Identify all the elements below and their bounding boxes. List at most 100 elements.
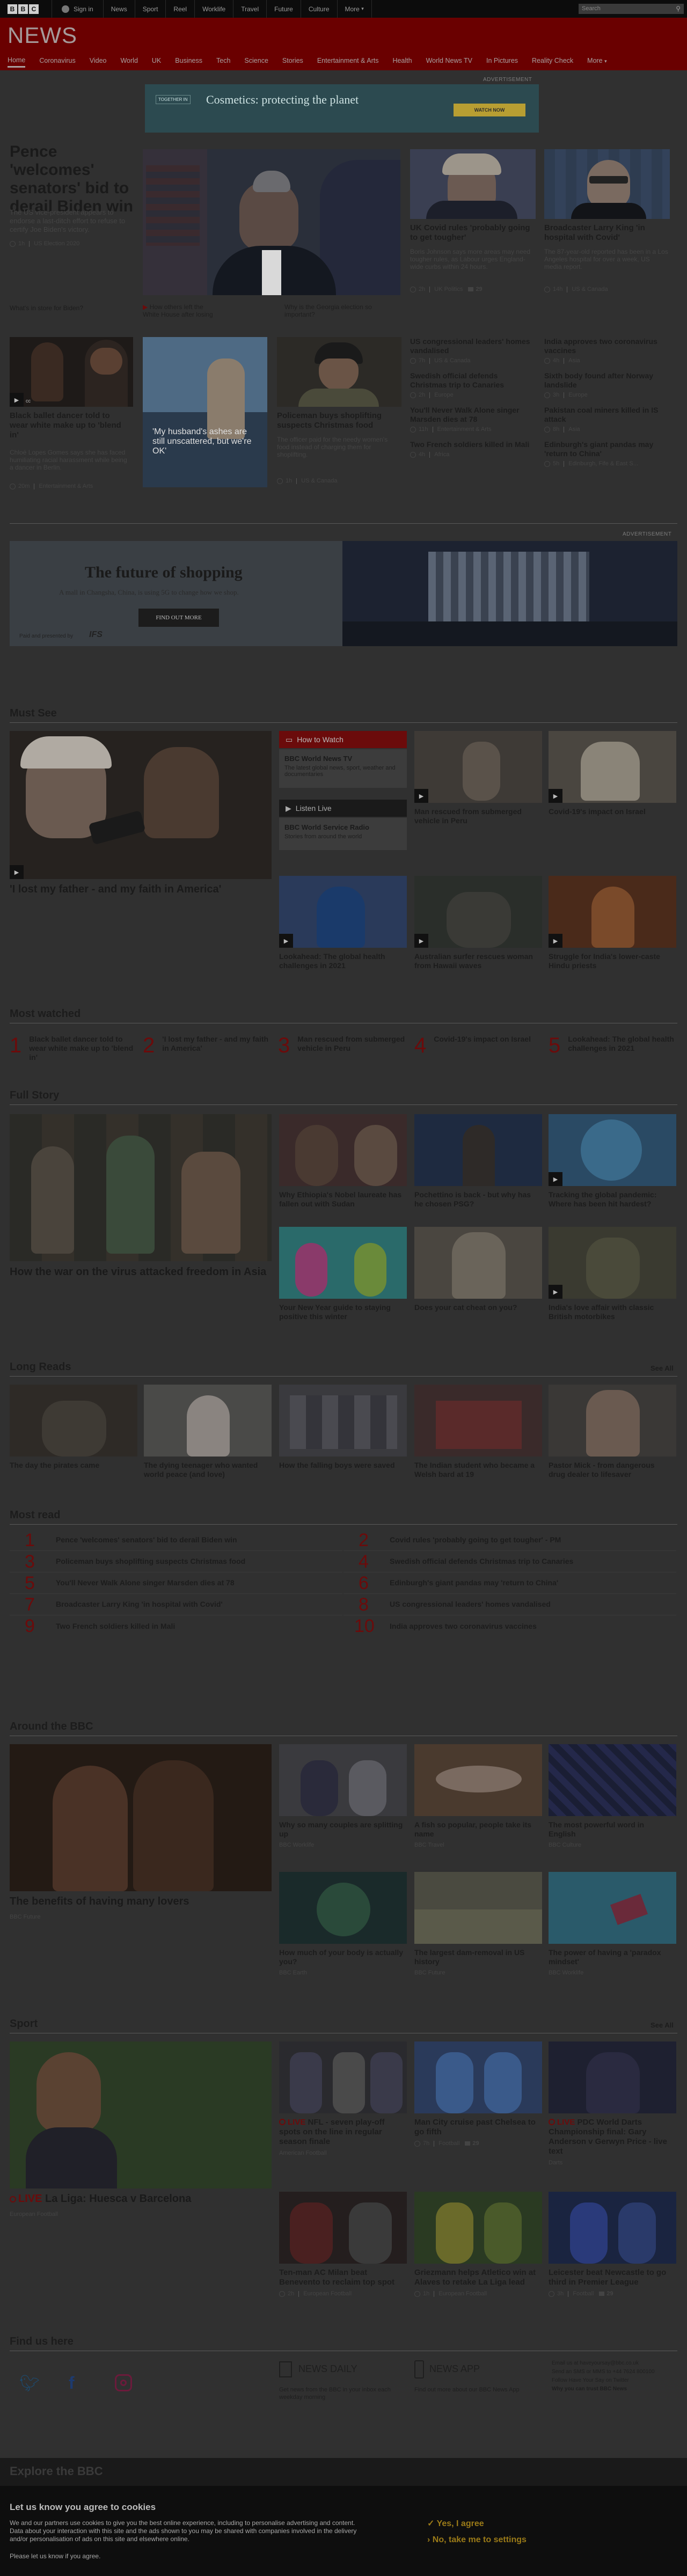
sport-lead-title[interactable]: LIVE La Liga: Huesca v Barcelona	[10, 2193, 272, 2205]
larry-king-title[interactable]: Broadcaster Larry King 'in hospital with…	[544, 223, 668, 243]
dancer-tag[interactable]: Entertainment & Arts	[39, 483, 93, 489]
section-nav-science[interactable]: Science	[244, 57, 268, 67]
around-image[interactable]	[279, 1872, 407, 1944]
policeman-image[interactable]	[277, 337, 401, 407]
full-story-item-title[interactable]: India's love affair with classic British…	[549, 1303, 673, 1321]
long-read-image[interactable]	[10, 1385, 137, 1457]
sport-item[interactable]: Leicester beat Newcastle to go third in …	[549, 2268, 673, 2297]
around-lead-image[interactable]	[10, 1744, 272, 1891]
section-nav-health[interactable]: Health	[392, 57, 412, 67]
most-read-item[interactable]: 8 US congressional leaders' homes vandali…	[344, 1594, 676, 1615]
section-nav-tech[interactable]: Tech	[216, 57, 230, 67]
video-play-icon[interactable]: ▶	[549, 789, 562, 803]
section-nav-business[interactable]: Business	[175, 57, 202, 67]
sport-image[interactable]	[414, 2041, 542, 2113]
most-watched-item[interactable]: 4 Covid-19's impact on Israel	[414, 1035, 543, 1056]
section-nav-video[interactable]: Video	[90, 57, 107, 67]
dancer-image[interactable]: ▶ cc	[10, 337, 133, 407]
global-nav-reel[interactable]: Reel	[166, 0, 195, 18]
must-see-image[interactable]: ▶	[549, 876, 676, 948]
global-nav-news[interactable]: News	[104, 0, 135, 18]
contact-email[interactable]: Email us at haveyoursay@bbc.co.uk	[552, 2359, 670, 2368]
around-item[interactable]: The power of having a 'paradox mindset' B…	[549, 1948, 673, 1976]
full-story-item-title[interactable]: Does your cat cheat on you?	[414, 1303, 539, 1312]
headline-item[interactable]: Two French soldiers killed in Mali 4h Afri…	[410, 440, 536, 474]
global-nav-culture[interactable]: Culture	[301, 0, 338, 18]
most-watched-item[interactable]: 2 'I lost my father - and my faith in Ame…	[143, 1035, 272, 1056]
headline-item[interactable]: Swedish official defends Christmas trip …	[410, 371, 536, 406]
sport-image[interactable]	[414, 2192, 542, 2264]
sport-item[interactable]: Griezmann helps Atletico win at Alaves t…	[414, 2268, 539, 2297]
video-play-icon[interactable]: ▶	[549, 1172, 562, 1186]
section-nav-stories[interactable]: Stories	[282, 57, 303, 67]
full-story-image[interactable]	[279, 1114, 407, 1186]
facebook-icon[interactable]: f	[69, 2373, 75, 2393]
sport-image[interactable]	[279, 2041, 407, 2113]
video-play-icon[interactable]: ▶	[10, 865, 24, 879]
global-nav-worklife[interactable]: Worklife	[195, 0, 234, 18]
must-see-image[interactable]: ▶	[414, 731, 542, 803]
lead-story-tag[interactable]: US Election 2020	[34, 240, 79, 247]
must-see-item-title[interactable]: Australian surfer rescues woman from Haw…	[414, 952, 539, 970]
most-read-item[interactable]: 4 Swedish official defends Christmas trip…	[344, 1551, 676, 1572]
video-play-icon[interactable]: ▶	[414, 934, 428, 948]
signin-link[interactable]: Sign in	[52, 0, 104, 18]
cookie-agree-button[interactable]: ✓ Yes, I agree	[427, 2518, 484, 2529]
around-item[interactable]: How much of your body is actually you? BB…	[279, 1948, 404, 1976]
around-lead-title[interactable]: The benefits of having many lovers	[10, 1896, 272, 1908]
full-story-lead-image[interactable]	[10, 1114, 272, 1261]
most-read-item[interactable]: 1 Pence 'welcomes' senators' bid to derai…	[10, 1529, 342, 1551]
section-nav-in-pictures[interactable]: In Pictures	[486, 57, 518, 67]
around-item[interactable]: The most powerful word in English BBC Cul…	[549, 1820, 673, 1848]
long-read-title[interactable]: Pastor Mick - from dangerous drug dealer…	[549, 1461, 673, 1479]
most-read-item[interactable]: 2 Covid rules 'probably going to get toug…	[344, 1529, 676, 1551]
must-see-lead-image[interactable]: ▶	[10, 731, 272, 879]
shopping-ad-cta-button[interactable]: FIND OUT MORE	[138, 609, 219, 627]
section-nav-uk[interactable]: UK	[152, 57, 161, 67]
world-news-tv-card[interactable]: BBC World News TV The latest global news…	[279, 749, 407, 788]
long-read-image[interactable]	[549, 1385, 676, 1457]
must-see-item-title[interactable]: Man rescued from submerged vehicle in Pe…	[414, 807, 538, 825]
section-nav-coronavirus[interactable]: Coronavirus	[39, 57, 75, 67]
policeman-title[interactable]: Policeman buys shoplifting suspects Chri…	[277, 411, 398, 430]
cookie-settings-button[interactable]: › No, take me to settings	[427, 2535, 527, 2545]
must-see-item-title[interactable]: Lookahead: The global health challenges …	[279, 952, 404, 970]
long-read-title[interactable]: The dying teenager who wanted world peac…	[144, 1461, 268, 1479]
most-read-item[interactable]: 3 Policeman buys shoplifting suspects Chr…	[10, 1551, 342, 1572]
long-read-image[interactable]	[414, 1385, 542, 1457]
uk-covid-title[interactable]: UK Covid rules 'probably going to get to…	[410, 223, 533, 243]
video-play-icon[interactable]: ▶	[414, 789, 428, 803]
how-to-watch-header[interactable]: ▭ How to Watch	[279, 731, 407, 748]
full-story-image[interactable]: ▶	[549, 1114, 676, 1186]
headline-item[interactable]: Sixth body found after Norway landslide 3…	[544, 371, 673, 406]
full-story-item-title[interactable]: Tracking the global pandemic: Where has …	[549, 1190, 673, 1209]
long-read-title[interactable]: How the falling boys were saved	[279, 1461, 404, 1470]
search-input[interactable]: Search ⚲	[579, 4, 684, 14]
news-app-link[interactable]: NEWS APP	[429, 2363, 480, 2375]
most-read-item[interactable]: 5 You'll Never Walk Alone singer Marsden …	[10, 1572, 342, 1594]
video-play-icon[interactable]: ▶	[549, 934, 562, 948]
sport-image[interactable]	[549, 2041, 676, 2113]
around-item[interactable]: The largest dam-removal in US history BBC…	[414, 1948, 539, 1976]
policeman-tag[interactable]: US & Canada	[301, 478, 337, 484]
most-read-item[interactable]: 10 India approves two coronavirus vaccine…	[344, 1615, 676, 1637]
section-nav-reality-check[interactable]: Reality Check	[532, 57, 573, 67]
most-read-item[interactable]: 9 Two French soldiers killed in Mali	[10, 1615, 342, 1637]
ad-cta-button[interactable]: WATCH NOW	[454, 104, 525, 116]
full-story-item-title[interactable]: Why Ethiopia's Nobel laureate has fallen…	[279, 1190, 404, 1209]
full-story-image[interactable]	[279, 1227, 407, 1299]
section-nav-entertainment[interactable]: Entertainment & Arts	[317, 57, 379, 67]
long-read-image[interactable]	[279, 1385, 407, 1457]
listen-live-header[interactable]: ▶ Listen Live	[279, 800, 407, 817]
around-image[interactable]	[414, 1872, 542, 1944]
comments-count[interactable]: 29	[599, 2290, 613, 2297]
sport-item[interactable]: LIVE PDC World Darts Championship final:…	[549, 2118, 673, 2166]
sport-lead-tag[interactable]: European Football	[10, 2211, 58, 2218]
trust-link[interactable]: Why you can trust BBC News	[552, 2385, 670, 2394]
dancer-title[interactable]: Black ballet dancer told to wear white m…	[10, 411, 128, 440]
news-daily-link[interactable]: NEWS DAILY	[298, 2363, 357, 2375]
headline-item[interactable]: US congressional leaders' homes vandalis…	[410, 337, 536, 371]
bbc-logo[interactable]: B B C	[8, 4, 40, 14]
around-image[interactable]	[549, 1872, 676, 1944]
long-read-image[interactable]	[144, 1385, 272, 1457]
